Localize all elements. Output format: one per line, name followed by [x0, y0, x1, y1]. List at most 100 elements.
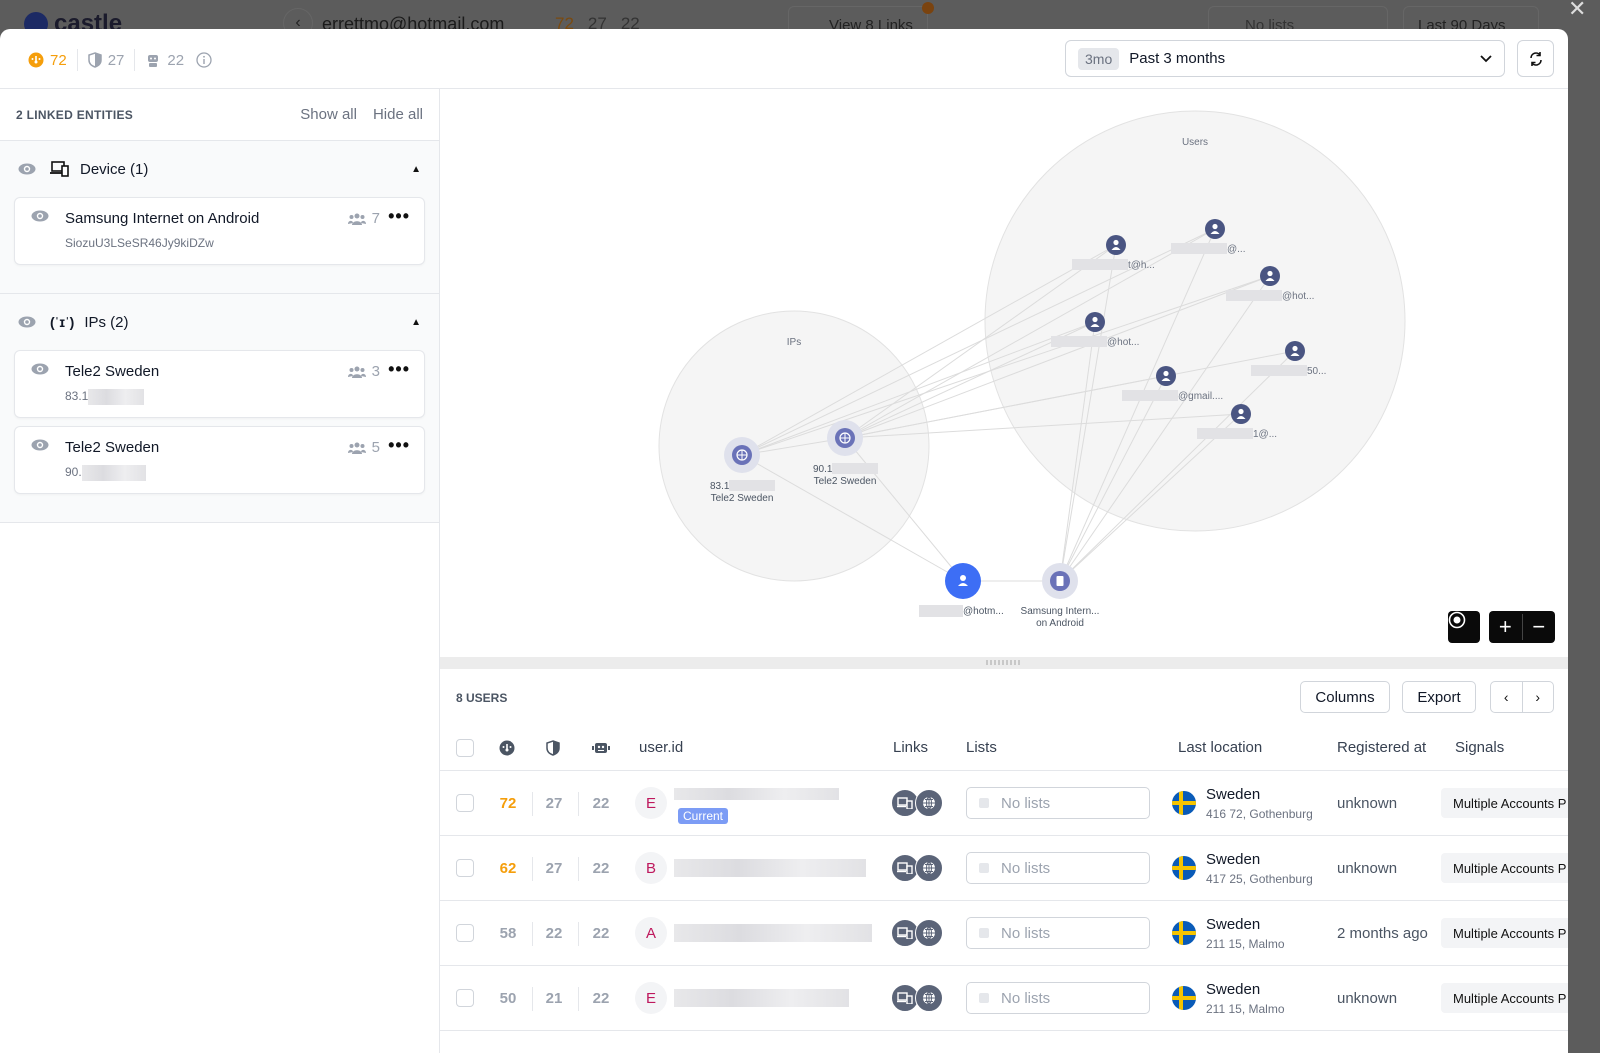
close-icon[interactable]: ✕	[1568, 0, 1586, 22]
eye-icon[interactable]	[31, 210, 49, 222]
lists-placeholder: No lists	[1001, 794, 1051, 812]
ip-card[interactable]: Tele2 Sweden 90. 5 •••	[14, 426, 425, 494]
ip-isp: Tele2 Sweden	[65, 439, 160, 456]
signal-badge[interactable]: Multiple Accounts P	[1441, 918, 1568, 948]
policy-col-header[interactable]	[546, 725, 560, 770]
registered-col-header[interactable]: Registered at	[1337, 725, 1426, 770]
redacted-label	[1251, 365, 1307, 376]
refresh-button[interactable]	[1517, 40, 1554, 77]
user-id[interactable]	[674, 901, 872, 965]
lists-field[interactable]: No lists	[966, 787, 1150, 819]
collapse-caret-icon[interactable]: ▲	[411, 317, 421, 328]
device-group-header[interactable]: Device (1) ▲	[14, 141, 425, 197]
device-node[interactable]: Samsung Intern...on Android	[1021, 563, 1100, 629]
row-checkbox[interactable]	[456, 859, 474, 877]
ip-link-icon[interactable]	[915, 854, 943, 882]
table-row[interactable]: 72 27 22 E Current No lists Sweden 416 72, Goth…	[440, 771, 1568, 836]
location-city: 211 15, Malmo	[1206, 936, 1285, 951]
signal-badge[interactable]: Multiple Accounts P	[1441, 983, 1568, 1013]
divider	[532, 857, 533, 881]
eye-icon[interactable]	[31, 363, 49, 375]
table-row[interactable]: 50 21 22 E No lists Sweden 211 15, Malmo unknow…	[440, 966, 1568, 1031]
entity-graph[interactable]: Users IPs t@h... @... @hot... @hot... @gmail…	[440, 89, 1568, 657]
redacted-label	[1122, 390, 1178, 401]
time-range-select[interactable]: 3mo Past 3 months	[1065, 40, 1505, 77]
row-checkbox[interactable]	[456, 794, 474, 812]
ip-link-icon[interactable]	[915, 919, 943, 947]
columns-button[interactable]: Columns	[1300, 681, 1390, 713]
time-range-pill: 3mo	[1078, 47, 1120, 70]
eye-icon[interactable]	[18, 163, 36, 175]
graph-canvas[interactable]: Users IPs t@h... @... @hot... @hot... @gmail…	[440, 89, 1568, 657]
antenna-icon: (ˈɪˈ)	[50, 314, 75, 330]
bot-score: 22	[592, 794, 610, 812]
eye-icon[interactable]	[18, 316, 36, 328]
linked-entities-modal: 72 27 22 3mo Past 3 months 2 LINKED ENTI…	[0, 29, 1568, 1053]
row-checkbox[interactable]	[456, 924, 474, 942]
user-id[interactable]	[674, 966, 849, 1030]
more-options-button[interactable]: •••	[388, 206, 410, 227]
policy-score: 21	[545, 989, 563, 1007]
zoom-in-button[interactable]: +	[1489, 614, 1523, 640]
show-all-link[interactable]: Show all	[300, 106, 357, 123]
next-page-button[interactable]: ›	[1523, 682, 1554, 712]
signals-col-header[interactable]: Signals	[1455, 725, 1504, 770]
current-user-node[interactable]: @hotm...	[919, 563, 1004, 617]
lists-field[interactable]: No lists	[966, 917, 1150, 949]
checkbox-placeholder-icon	[979, 993, 989, 1003]
lists-field[interactable]: No lists	[966, 852, 1150, 884]
ips-group-header[interactable]: (ˈɪˈ) IPs (2) ▲	[14, 294, 425, 350]
lists-col-header[interactable]: Lists	[966, 725, 997, 770]
ip-node-isp: Tele2 Sweden	[814, 476, 877, 487]
select-all-cell	[456, 725, 474, 770]
location-cell: Sweden 211 15, Malmo	[1172, 901, 1285, 965]
table-row[interactable]: 62 27 22 B No lists Sweden 417 25, Gothenburg u…	[440, 836, 1568, 901]
links-col-header[interactable]: Links	[893, 725, 928, 770]
ips-group-label: IPs (2)	[84, 313, 129, 331]
ip-card[interactable]: Tele2 Sweden 83.1 3 •••	[14, 350, 425, 418]
bot-score: 22	[135, 49, 194, 71]
ip-link-icon[interactable]	[915, 984, 943, 1012]
collapse-caret-icon[interactable]: ▲	[411, 164, 421, 175]
sweden-flag-icon	[1172, 856, 1196, 880]
zoom-out-button[interactable]: −	[1523, 614, 1556, 640]
avatar: E	[635, 982, 667, 1014]
user-id[interactable]	[674, 771, 839, 835]
ips-cluster-label: IPs	[787, 337, 801, 348]
risk-col-header[interactable]	[499, 725, 515, 770]
signal-badge[interactable]: Multiple Accounts P	[1441, 788, 1568, 818]
more-options-button[interactable]: •••	[388, 435, 410, 456]
robot-icon	[592, 742, 610, 753]
links-cell	[891, 771, 943, 835]
links-cell	[891, 966, 943, 1030]
user-id-col-header[interactable]: user.id	[639, 725, 683, 770]
hide-all-link[interactable]: Hide all	[373, 106, 423, 123]
user-id[interactable]	[674, 836, 866, 900]
more-options-button[interactable]: •••	[388, 359, 410, 380]
signals-cell: Multiple Accounts P	[1441, 836, 1568, 900]
row-checkbox[interactable]	[456, 989, 474, 1007]
lists-field[interactable]: No lists	[966, 982, 1150, 1014]
recenter-button[interactable]	[1448, 611, 1480, 643]
linked-entities-title: 2 LINKED ENTITIES	[16, 107, 134, 122]
location-col-header[interactable]: Last location	[1178, 725, 1262, 770]
location-country: Sweden	[1206, 850, 1261, 868]
select-all-checkbox[interactable]	[456, 738, 474, 757]
ip-link-icon[interactable]	[915, 789, 943, 817]
bot-col-header[interactable]	[592, 725, 610, 770]
device-card[interactable]: Samsung Internet on Android SiozuU3LSeSR…	[14, 197, 425, 265]
ip-node-isp: Tele2 Sweden	[711, 493, 774, 504]
policy-score: 27	[545, 859, 563, 877]
prev-page-button[interactable]: ‹	[1491, 682, 1523, 712]
signal-badge[interactable]: Multiple Accounts P	[1441, 853, 1568, 883]
eye-icon[interactable]	[31, 439, 49, 451]
risk-score-value: 72	[50, 51, 67, 69]
panel-resize-handle[interactable]	[440, 657, 1568, 669]
users-count-label: 8 USERS	[456, 691, 508, 705]
users-cluster-label: Users	[1182, 137, 1208, 148]
risk-score: 50	[499, 989, 517, 1007]
notification-dot	[922, 2, 934, 14]
table-row[interactable]: 58 22 22 A No lists Sweden 211 15, Malmo 2 mont…	[440, 901, 1568, 966]
export-button[interactable]: Export	[1402, 681, 1476, 713]
info-icon[interactable]	[196, 52, 212, 68]
